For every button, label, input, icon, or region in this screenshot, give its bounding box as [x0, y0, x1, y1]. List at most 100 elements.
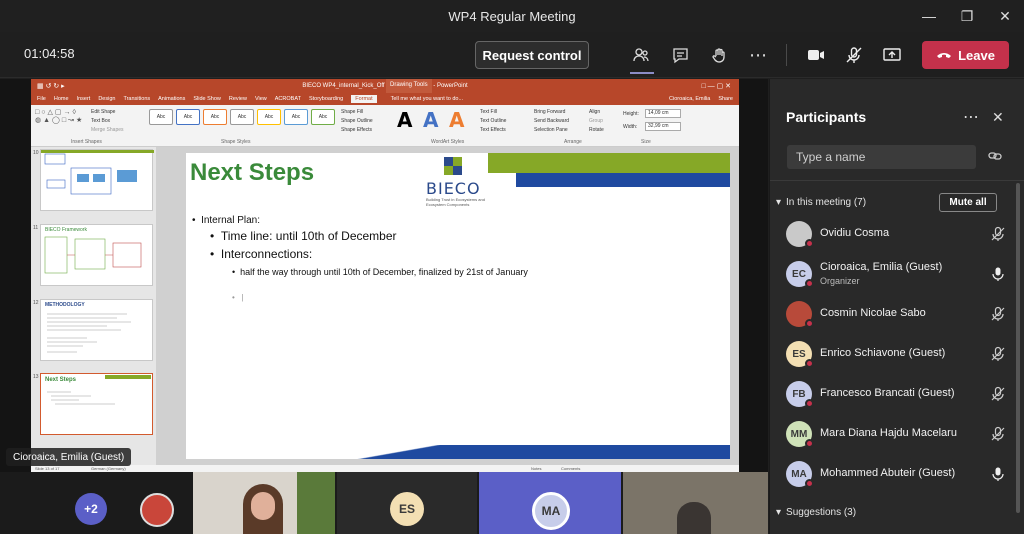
align-button[interactable]: Align	[589, 109, 600, 115]
participant-row[interactable]: Ovidiu Cosma	[786, 219, 1006, 249]
ppt-tab-format[interactable]: Format	[351, 95, 377, 103]
bullet-internal-plan[interactable]: • Internal Plan:	[192, 215, 260, 226]
slide-thumbnail[interactable]: 11 BIECO Framework	[33, 224, 153, 286]
ppt-share-button[interactable]: Share	[718, 96, 733, 102]
ppt-tab-animations[interactable]: Animations	[158, 96, 185, 102]
panel-scrollbar[interactable]	[1016, 183, 1020, 513]
shape-fill-button[interactable]: Shape Fill	[341, 109, 363, 115]
ppt-tab-slideshow[interactable]: Slide Show	[193, 96, 221, 102]
slide-title[interactable]: Next Steps	[190, 159, 314, 187]
shape-outline-button[interactable]: Shape Outline	[341, 118, 373, 124]
slide-thumbnail-selected[interactable]: 13 Next Steps	[33, 373, 153, 435]
participant-mic[interactable]	[990, 226, 1006, 242]
current-slide[interactable]: Next Steps BIECO Building Trust in Ecosy…	[186, 153, 730, 459]
text-box-button[interactable]: Text Box	[91, 118, 110, 124]
ppt-window-controls[interactable]: □ — ▢ ✕	[701, 82, 731, 90]
leave-button[interactable]: Leave	[922, 41, 1009, 69]
panel-close-button[interactable]: ✕	[992, 109, 1004, 126]
presenter-name-badge: Cioroaica, Emilia (Guest)	[6, 448, 132, 466]
video-tile-ovidiu[interactable]	[623, 472, 768, 534]
wordart-blue[interactable]: A	[423, 108, 438, 132]
share-invite-button[interactable]	[988, 149, 1002, 168]
participants-button[interactable]	[626, 41, 656, 69]
raise-hand-button[interactable]	[704, 41, 734, 69]
height-field[interactable]: 14,09 cm	[645, 109, 681, 118]
bullet-half-way[interactable]: • half the way through until 10th of Dec…	[232, 267, 528, 277]
rotate-button[interactable]: Rotate	[589, 127, 604, 133]
shape-gallery-icons[interactable]: □○△▢→◊ ◍▲◯□↝★	[35, 108, 84, 124]
comments-button[interactable]: Comments	[561, 466, 580, 471]
slide-thumbnail[interactable]: 12 METHODOLOGY	[33, 299, 153, 361]
bring-forward-button[interactable]: Bring Forward	[534, 109, 565, 115]
send-backward-button[interactable]: Send Backward	[534, 118, 569, 124]
text-effects-button[interactable]: Text Effects	[480, 127, 506, 133]
ppt-tab-storyboarding[interactable]: Storyboarding	[309, 96, 343, 102]
selection-pane-button[interactable]: Selection Pane	[534, 127, 568, 133]
group-button[interactable]: Group	[589, 118, 603, 124]
participant-row[interactable]: Cosmin Nicolae Sabo	[786, 299, 1006, 329]
participant-mic[interactable]	[990, 426, 1006, 442]
mute-all-button[interactable]: Mute all	[939, 193, 997, 212]
width-field[interactable]: 32,99 cm	[645, 122, 681, 131]
slide-canvas: Next Steps BIECO Building Trust in Ecosy…	[156, 147, 739, 465]
ppt-tab-file[interactable]: File	[37, 96, 46, 102]
participant-name: Ovidiu Cosma	[820, 227, 890, 239]
in-meeting-section-header[interactable]: ▾ In this meeting (7)	[776, 197, 866, 208]
edit-shape-button[interactable]: Edit Shape	[91, 109, 115, 115]
merge-shapes-button[interactable]: Merge Shapes	[91, 127, 124, 133]
ppt-tell-me[interactable]: Tell me what you want to do...	[391, 96, 463, 102]
participant-row[interactable]: MM Mara Diana Hajdu Macelaru	[786, 419, 1006, 449]
shape-style-5[interactable]: Abc	[257, 109, 281, 125]
ppt-tab-insert[interactable]: Insert	[77, 96, 91, 102]
ppt-tab-view[interactable]: View	[255, 96, 267, 102]
ppt-tab-review[interactable]: Review	[229, 96, 247, 102]
participant-row[interactable]: FB Francesco Brancati (Guest)	[786, 379, 1006, 409]
wordart-orange[interactable]: A	[449, 108, 464, 132]
participant-mic[interactable]	[990, 346, 1006, 362]
more-participants-button[interactable]: +2	[75, 493, 107, 525]
ppt-tab-acrobat[interactable]: ACROBAT	[275, 96, 301, 102]
participant-row[interactable]: MA Mohammed Abuteir (Guest)	[786, 459, 1006, 489]
close-window-button[interactable]: ✕	[986, 0, 1024, 32]
panel-more-options-button[interactable]: ⋯	[963, 107, 979, 127]
participant-mic[interactable]	[990, 466, 1006, 482]
suggestions-section-header[interactable]: ▾ Suggestions (3)	[776, 507, 856, 518]
camera-button[interactable]	[801, 41, 831, 69]
video-tile-cosmin[interactable]	[120, 472, 190, 534]
ppt-tab-home[interactable]: Home	[54, 96, 69, 102]
restore-button[interactable]: ❐	[948, 0, 986, 32]
minimize-button[interactable]: —	[910, 0, 948, 32]
more-actions-button[interactable]: ⋯	[743, 41, 773, 69]
mic-button[interactable]	[839, 41, 869, 69]
participant-mic[interactable]	[990, 306, 1006, 322]
shape-style-6[interactable]: Abc	[284, 109, 308, 125]
notes-button[interactable]: Notes	[531, 466, 541, 471]
slide-thumbnail[interactable]: 10	[33, 149, 154, 211]
request-control-button[interactable]: Request control	[475, 41, 589, 69]
shape-style-4[interactable]: Abc	[230, 109, 254, 125]
wordart-black[interactable]: A	[397, 108, 412, 132]
participant-mic[interactable]	[990, 266, 1006, 282]
participant-row[interactable]: EC Cioroaica, Emilia (Guest) Organizer	[786, 259, 1006, 289]
ppt-tab-design[interactable]: Design	[98, 96, 115, 102]
video-tile-ma[interactable]: MA	[479, 472, 621, 534]
shape-style-2[interactable]: Abc	[176, 109, 200, 125]
video-tile-es[interactable]: ES	[337, 472, 477, 534]
ppt-quick-access-icons[interactable]: ▦ ↺ ↻ ▸	[37, 82, 65, 90]
participant-mic[interactable]	[990, 386, 1006, 402]
bullet-interconnections[interactable]: • Interconnections:	[210, 247, 312, 261]
shape-style-7[interactable]: Abc	[311, 109, 335, 125]
ppt-tab-transitions[interactable]: Transitions	[123, 96, 150, 102]
shape-style-3[interactable]: Abc	[203, 109, 227, 125]
shape-style-1[interactable]: Abc	[149, 109, 173, 125]
shape-effects-button[interactable]: Shape Effects	[341, 127, 372, 133]
video-tile-emilia[interactable]	[193, 472, 335, 534]
participant-search-input[interactable]: Type a name	[787, 145, 976, 169]
share-screen-button[interactable]	[877, 41, 907, 69]
bullet-timeline[interactable]: • Time line: until 10th of December	[210, 229, 397, 243]
chat-button[interactable]	[665, 41, 695, 69]
participant-row[interactable]: ES Enrico Schiavone (Guest)	[786, 339, 1006, 369]
empty-bullet-cursor[interactable]: • |	[232, 293, 244, 302]
text-outline-button[interactable]: Text Outline	[480, 118, 506, 124]
text-fill-button[interactable]: Text Fill	[480, 109, 497, 115]
